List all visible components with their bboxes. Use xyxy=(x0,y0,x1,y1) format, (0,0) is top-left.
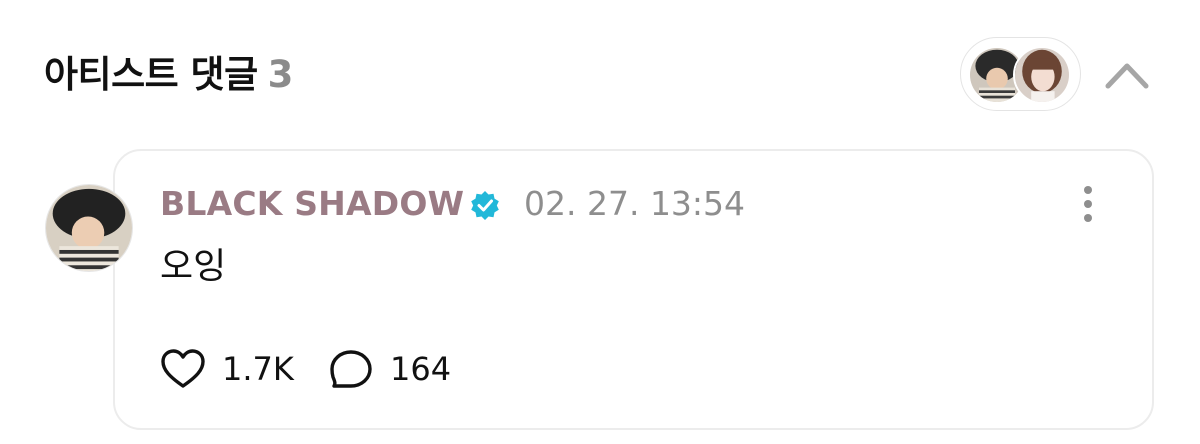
artist-avatar-2 xyxy=(1013,46,1071,104)
like-count: 1.7K xyxy=(222,350,294,388)
heart-icon xyxy=(161,349,205,388)
author-avatar[interactable] xyxy=(45,184,133,272)
comment-bubble-icon xyxy=(330,350,372,388)
artist-comment-count: 3 xyxy=(267,53,294,96)
comment-timestamp: 02. 27. 13:54 xyxy=(524,184,746,223)
author-name[interactable]: BLACK SHADOW xyxy=(160,182,464,226)
chevron-up-icon xyxy=(1105,63,1149,89)
artist-avatar-group[interactable] xyxy=(960,37,1081,111)
more-vertical-icon xyxy=(1084,186,1092,222)
section-title: 아티스트 댓글 3 xyxy=(44,50,293,100)
verified-badge-icon xyxy=(471,191,499,220)
reply-count: 164 xyxy=(390,350,452,388)
section-title-label: 아티스트 댓글 xyxy=(44,53,258,96)
collapse-button[interactable] xyxy=(1102,52,1152,96)
more-options-button[interactable] xyxy=(1074,184,1102,226)
comment-body: 오잉 xyxy=(160,246,227,287)
